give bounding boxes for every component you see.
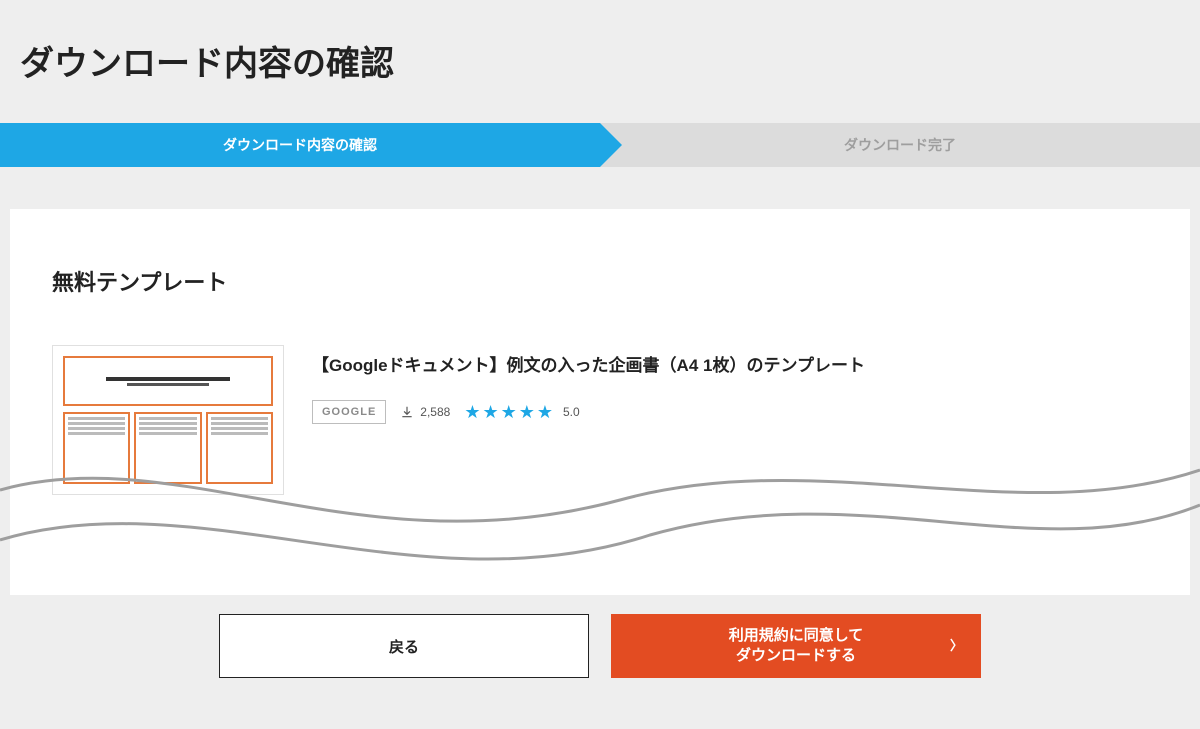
agree-download-button[interactable]: 利用規約に同意して ダウンロードする 〉 [611, 614, 981, 678]
template-meta: GOOGLE 2,588 ★★★★★ 5.0 [312, 400, 1148, 424]
download-icon [400, 405, 414, 419]
rating-value: 5.0 [563, 405, 580, 419]
section-heading: 無料テンプレート [52, 265, 1148, 297]
download-count-value: 2,588 [420, 405, 450, 419]
star-icon: ★★★★★ [464, 402, 555, 423]
step-confirm-download: ダウンロード内容の確認 [0, 123, 600, 167]
step-download-complete: ダウンロード完了 [600, 123, 1200, 167]
page-title: ダウンロード内容の確認 [0, 0, 1200, 123]
thumbnail-header [63, 356, 273, 406]
template-info: 【Googleドキュメント】例文の入った企画書（A4 1枚）のテンプレート GO… [312, 345, 1148, 424]
content-card: 無料テンプレート 【Googleドキュメント】例文の入った企画書（A4 1枚）の… [10, 209, 1190, 595]
back-button[interactable]: 戻る [219, 614, 589, 678]
thumbnail-columns [63, 412, 273, 484]
action-bar: 戻る 利用規約に同意して ダウンロードする 〉 [0, 614, 1200, 678]
progress-steps: ダウンロード内容の確認 ダウンロード完了 [0, 123, 1200, 167]
template-thumbnail [52, 345, 284, 495]
download-count: 2,588 [400, 405, 450, 419]
template-title: 【Googleドキュメント】例文の入った企画書（A4 1枚）のテンプレート [312, 351, 1148, 376]
format-badge: GOOGLE [312, 400, 386, 424]
rating-stars: ★★★★★ 5.0 [464, 402, 579, 423]
chevron-right-icon: 〉 [950, 637, 963, 655]
thumbnail-stub [106, 377, 230, 381]
thumbnail-stub [127, 383, 209, 386]
primary-button-line2: ダウンロードする [736, 647, 856, 664]
primary-button-line1: 利用規約に同意して [729, 627, 864, 644]
template-item: 【Googleドキュメント】例文の入った企画書（A4 1枚）のテンプレート GO… [52, 345, 1148, 495]
